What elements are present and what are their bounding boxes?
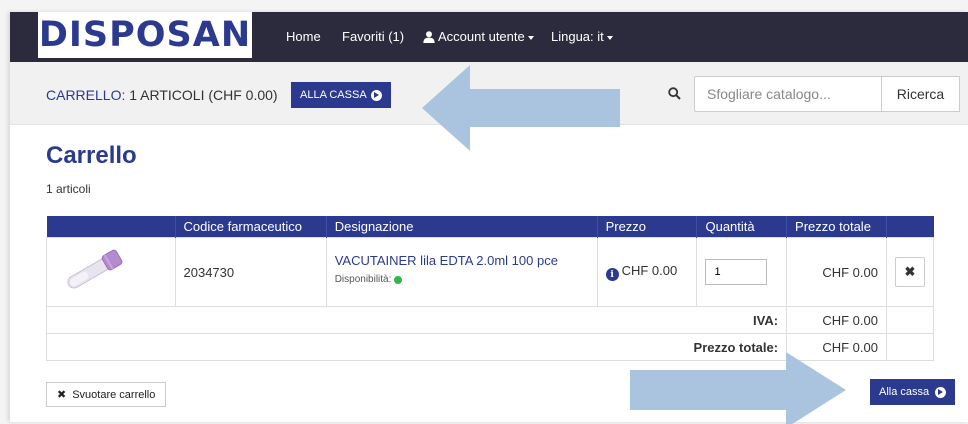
availability-label: Disponibilità: — [334, 274, 392, 285]
column-header-remove — [885, 216, 934, 238]
search-icon — [668, 87, 681, 100]
cart-summary-text: 1 ARTICOLI (CHF 0.00) — [129, 87, 278, 103]
caret-down-icon — [527, 35, 534, 40]
item-count: 1 articoli — [46, 182, 91, 196]
nav-language-label: Lingua: it — [551, 29, 604, 44]
quantity-input[interactable] — [705, 259, 768, 285]
info-icon[interactable]: i — [605, 268, 619, 282]
cart-search-bar: CARRELLO: 1 ARTICOLI (CHF 0.00) ALLA CAS… — [10, 62, 968, 125]
catalog-search-input[interactable] — [694, 76, 882, 112]
column-header-quantity: Quantità — [696, 216, 787, 238]
cart-label: CARRELLO: — [46, 87, 126, 103]
product-image-cell — [46, 237, 176, 307]
vat-empty-cell — [885, 306, 935, 334]
grand-total-row: Prezzo totale: CHF 0.00 — [45, 333, 935, 361]
checkout-button-bottom-label: Alla cassa — [879, 386, 930, 398]
product-price-cell: i CHF 0.00 — [596, 237, 698, 307]
product-designation-cell: VACUTAINER lila EDTA 2.0ml 100 pce Dispo… — [325, 237, 598, 307]
cart-table: Codice farmaceutico Designazione Prezzo … — [45, 216, 935, 361]
right-arrow-annotation — [630, 352, 846, 424]
circle-arrow-right-icon — [935, 386, 947, 398]
column-header-total: Prezzo totale — [786, 216, 887, 238]
availability-dot-icon — [394, 275, 403, 284]
product-tube-image[interactable] — [55, 247, 131, 295]
page: DISPOSAN Home Favoriti (1) Account utent… — [10, 12, 968, 424]
product-quantity-cell — [696, 237, 788, 307]
empty-cart-button[interactable]: ✖ Svuotare carrello — [46, 382, 167, 407]
vat-value: CHF 0.00 — [786, 306, 887, 334]
column-header-code: Codice farmaceutico — [174, 216, 327, 238]
brand-logo[interactable]: DISPOSAN — [38, 12, 252, 58]
table-row: 2034730 VACUTAINER lila EDTA 2.0ml 100 p… — [46, 237, 935, 307]
checkout-button-bottom[interactable]: Alla cassa — [870, 379, 956, 405]
nav-account-menu[interactable]: Account utente — [423, 29, 534, 44]
nav-language-menu[interactable]: Lingua: it — [551, 29, 613, 44]
checkout-button-top[interactable]: ALLA CASSA — [291, 82, 391, 108]
nav-favorites-link[interactable]: Favoriti (1) — [342, 29, 404, 44]
product-code: 2034730 — [174, 237, 327, 307]
nav-account-label: Account utente — [438, 29, 525, 44]
vat-label: IVA: — [45, 306, 788, 334]
remove-cell: ✖ — [885, 237, 935, 307]
grand-total-value: CHF 0.00 — [786, 333, 887, 361]
caret-down-icon — [606, 35, 613, 40]
column-header-price: Prezzo — [596, 216, 697, 238]
search-button[interactable]: Ricerca — [882, 76, 960, 112]
close-icon: ✖ — [904, 264, 916, 279]
circle-arrow-right-icon — [370, 89, 382, 101]
grand-total-empty-cell — [885, 333, 935, 361]
table-header-row: Codice farmaceutico Designazione Prezzo … — [46, 216, 934, 238]
cart-summary[interactable]: CARRELLO: 1 ARTICOLI (CHF 0.00) — [46, 87, 278, 103]
product-total: CHF 0.00 — [786, 237, 887, 307]
product-price: CHF 0.00 — [621, 262, 678, 278]
remove-item-button[interactable]: ✖ — [894, 257, 925, 287]
empty-cart-label: Svuotare carrello — [72, 388, 156, 401]
vat-row: IVA: CHF 0.00 — [45, 306, 935, 334]
column-header-designation: Designazione — [325, 216, 598, 238]
top-navbar: DISPOSAN Home Favoriti (1) Account utent… — [10, 12, 968, 62]
grand-total-label: Prezzo totale: — [45, 333, 788, 361]
user-icon — [423, 31, 435, 43]
close-icon: ✖ — [57, 389, 67, 401]
product-name-link[interactable]: VACUTAINER lila EDTA 2.0ml 100 pce — [335, 253, 589, 268]
column-header-image — [46, 216, 176, 238]
availability: Disponibilità: — [335, 274, 589, 285]
checkout-button-top-label: ALLA CASSA — [300, 89, 367, 101]
nav-home-link[interactable]: Home — [286, 29, 321, 44]
page-title: Carrello — [46, 142, 137, 169]
